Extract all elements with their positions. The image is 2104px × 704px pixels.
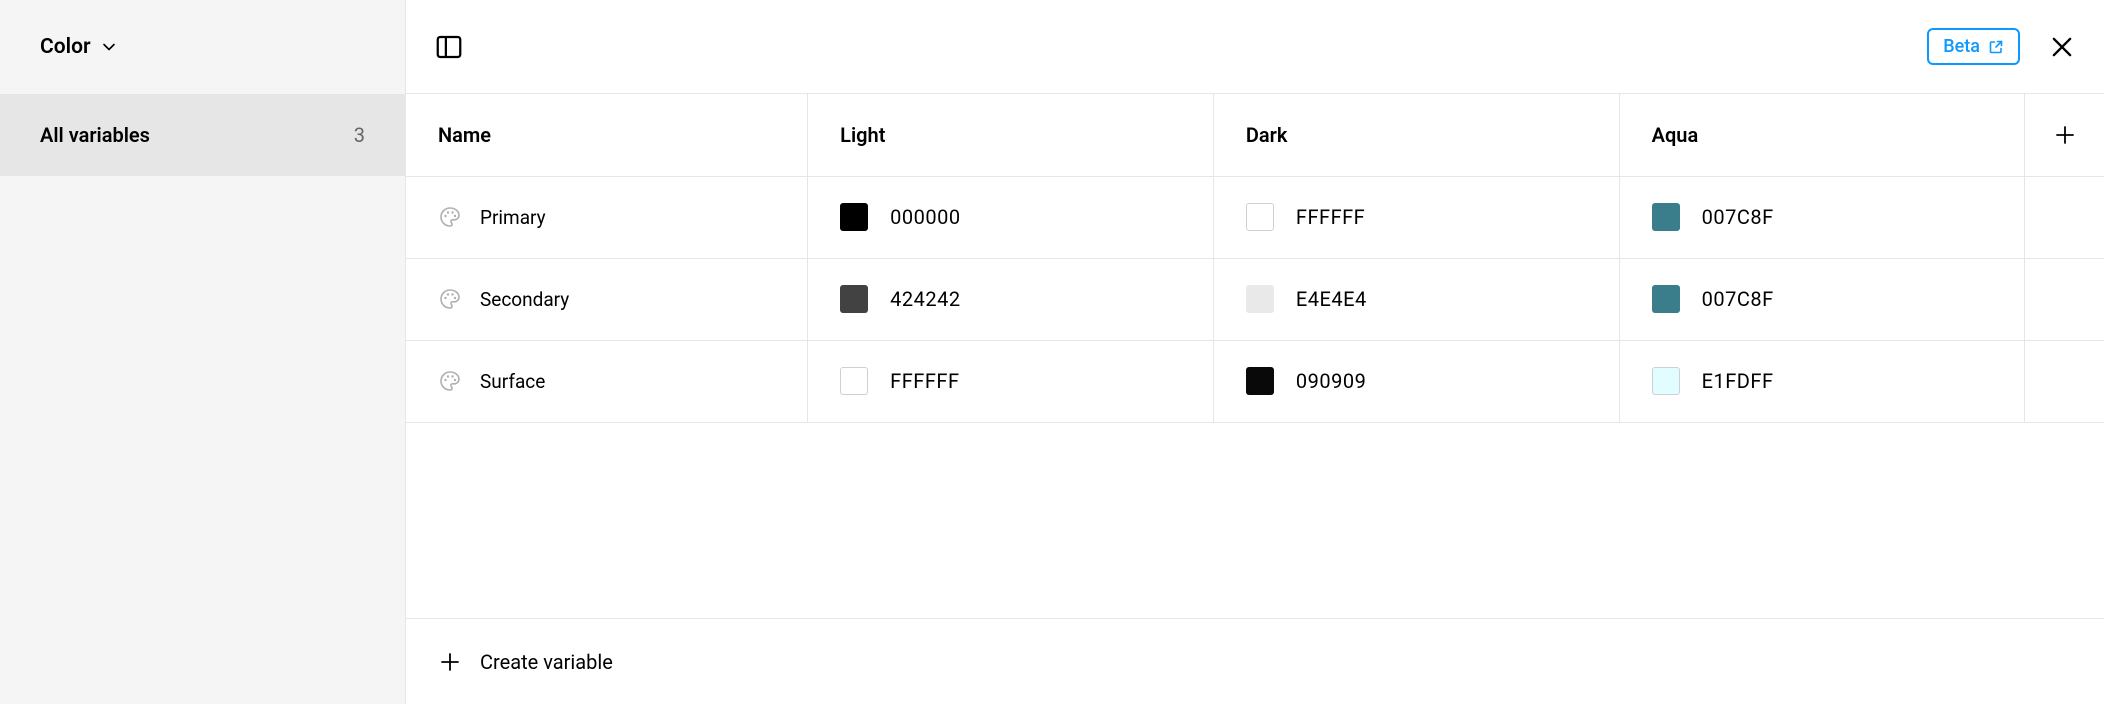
column-header-mode[interactable]: Light — [808, 94, 1214, 176]
main: Beta — [406, 0, 2104, 704]
color-hex: 007C8F — [1702, 205, 1774, 229]
sidebar-item-label: All variables — [40, 123, 150, 147]
color-hex: E4E4E4 — [1296, 287, 1367, 311]
color-hex: 007C8F — [1702, 287, 1774, 311]
variable-value-cell[interactable]: 000000 — [808, 176, 1214, 258]
color-swatch — [1246, 367, 1274, 395]
palette-icon — [438, 287, 462, 311]
sidebar-groups: All variables 3 — [0, 94, 405, 704]
variables-table: Name Light Dark Aqua Primar — [406, 94, 2104, 423]
row-end-spacer — [2025, 258, 2104, 340]
color-hex: FFFFFF — [1296, 205, 1365, 229]
variable-value-cell[interactable]: E4E4E4 — [1213, 258, 1619, 340]
column-header-mode[interactable]: Dark — [1213, 94, 1619, 176]
variable-name: Primary — [480, 206, 546, 229]
table-row[interactable]: Surface FFFFFF 090909 E1FDFF — [406, 340, 2104, 422]
row-end-spacer — [2025, 176, 2104, 258]
beta-badge[interactable]: Beta — [1927, 28, 2020, 65]
sidebar: Color All variables 3 — [0, 0, 406, 704]
chevron-down-icon — [101, 39, 117, 55]
variable-name-cell[interactable]: Surface — [406, 340, 808, 422]
beta-label: Beta — [1943, 36, 1980, 57]
table-header-row: Name Light Dark Aqua — [406, 94, 2104, 176]
palette-icon — [438, 369, 462, 393]
color-swatch — [1246, 203, 1274, 231]
variable-name-cell[interactable]: Primary — [406, 176, 808, 258]
add-mode-button[interactable] — [2025, 94, 2104, 176]
create-variable-label: Create variable — [480, 650, 613, 674]
color-hex: 424242 — [890, 287, 960, 311]
color-swatch — [1652, 367, 1680, 395]
color-swatch — [840, 367, 868, 395]
plus-icon — [438, 650, 462, 674]
variables-panel: Color All variables 3 — [0, 0, 2104, 704]
variable-value-cell[interactable]: 007C8F — [1619, 176, 2025, 258]
collection-label: Color — [40, 35, 91, 59]
variable-value-cell[interactable]: E1FDFF — [1619, 340, 2025, 422]
collection-dropdown[interactable]: Color — [40, 35, 117, 59]
sidebar-header: Color — [0, 0, 405, 94]
color-swatch — [840, 203, 868, 231]
add-mode-column — [2025, 94, 2104, 176]
column-header-name[interactable]: Name — [406, 94, 808, 176]
variable-name-cell[interactable]: Secondary — [406, 258, 808, 340]
variable-value-cell[interactable]: FFFFFF — [1213, 176, 1619, 258]
variable-name: Surface — [480, 370, 545, 393]
palette-icon — [438, 205, 462, 229]
color-swatch — [840, 285, 868, 313]
variable-value-cell[interactable]: 090909 — [1213, 340, 1619, 422]
variable-value-cell[interactable]: 007C8F — [1619, 258, 2025, 340]
color-hex: FFFFFF — [890, 369, 959, 393]
color-hex: 000000 — [890, 205, 960, 229]
color-swatch — [1652, 203, 1680, 231]
color-hex: E1FDFF — [1702, 369, 1774, 393]
create-variable-button[interactable]: Create variable — [438, 650, 613, 674]
row-end-spacer — [2025, 340, 2104, 422]
toolbar: Beta — [406, 0, 2104, 94]
table-row[interactable]: Primary 000000 FFFFFF 007C8F — [406, 176, 2104, 258]
column-header-mode[interactable]: Aqua — [1619, 94, 2025, 176]
close-button[interactable] — [2048, 33, 2076, 61]
sidebar-item-all-variables[interactable]: All variables 3 — [0, 94, 405, 176]
table-row[interactable]: Secondary 424242 E4E4E4 007C8F — [406, 258, 2104, 340]
toolbar-left — [434, 32, 464, 62]
footer: Create variable — [406, 618, 2104, 704]
toolbar-right: Beta — [1927, 28, 2076, 65]
variable-value-cell[interactable]: 424242 — [808, 258, 1214, 340]
sidebar-item-count: 3 — [354, 123, 365, 147]
color-swatch — [1246, 285, 1274, 313]
toggle-sidebar-button[interactable] — [434, 32, 464, 62]
color-hex: 090909 — [1296, 369, 1366, 393]
color-swatch — [1652, 285, 1680, 313]
variable-name: Secondary — [480, 288, 569, 311]
variables-table-area: Name Light Dark Aqua Primar — [406, 94, 2104, 618]
external-link-icon — [1988, 39, 2004, 55]
variable-value-cell[interactable]: FFFFFF — [808, 340, 1214, 422]
